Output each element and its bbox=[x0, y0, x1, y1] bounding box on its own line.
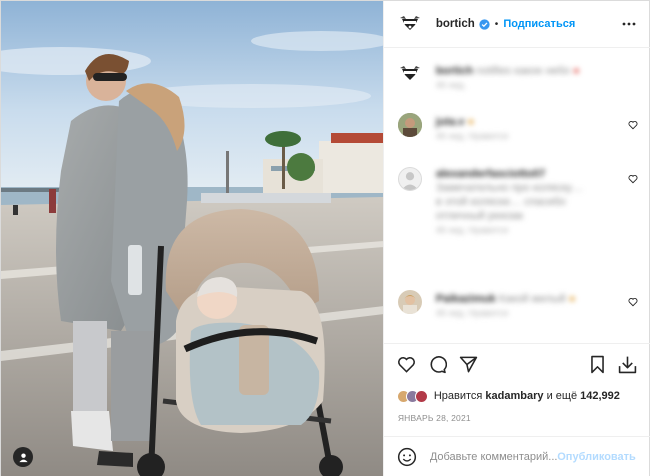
comment-meta: 46 нед. Нравится bbox=[435, 308, 509, 318]
comment-content: alexanderfasciotto07 Замечательно про ко… bbox=[435, 168, 583, 235]
likes-count[interactable]: 142,992 bbox=[580, 390, 620, 402]
comment-like-icon[interactable] bbox=[628, 297, 638, 307]
user-tag-button[interactable] bbox=[13, 447, 33, 467]
comments-list: bortich notifies какое небо ● 46 нед. ju… bbox=[384, 49, 650, 343]
instagram-post: bortich • Подписаться bortich notifies к… bbox=[0, 0, 650, 476]
emoji-smile-icon[interactable] bbox=[397, 447, 417, 467]
author-username[interactable]: bortich bbox=[436, 18, 475, 30]
comment-username[interactable]: bortich bbox=[436, 65, 473, 77]
caption-avatar[interactable] bbox=[398, 62, 422, 86]
comment-row: alexanderfasciotto07 Замечательно про ко… bbox=[397, 167, 638, 247]
likes-and-more: и ещё bbox=[546, 390, 578, 402]
photo-illustration bbox=[1, 1, 383, 476]
post-date[interactable]: ЯНВАРЬ 28, 2021 bbox=[398, 413, 471, 423]
publish-button[interactable]: Опубликовать bbox=[557, 451, 636, 463]
comment-like-icon[interactable] bbox=[628, 120, 638, 130]
comment-content: juta.v ● 46 нед. Нравится bbox=[435, 116, 509, 141]
comment-row: Paikazimuk Какой милый ● 46 нед. Нравитс… bbox=[397, 290, 638, 330]
comment-like-icon[interactable] bbox=[628, 174, 638, 184]
commenter-photo bbox=[397, 113, 422, 137]
post-header: bortich • Подписаться bbox=[383, 1, 650, 48]
commenter-avatar[interactable] bbox=[397, 113, 422, 137]
likes-text[interactable]: Нравится kadambary и ещё 142,992 bbox=[434, 390, 620, 402]
commenter-avatar[interactable] bbox=[397, 290, 422, 314]
post-details-panel: bortich • Подписаться bortich notifies к… bbox=[382, 1, 650, 476]
comment-input[interactable] bbox=[429, 451, 560, 463]
verified-badge-icon bbox=[479, 18, 490, 30]
comment-text: Замечательно про коляску… bbox=[435, 182, 583, 194]
comment-meta: 46 нед. Нравится bbox=[435, 225, 509, 235]
user-tag-icon bbox=[18, 452, 28, 462]
bortich-logo-icon bbox=[399, 16, 420, 30]
follow-button[interactable]: Подписаться bbox=[503, 18, 575, 30]
commenter-avatar[interactable] bbox=[397, 167, 422, 191]
comment-username[interactable]: Paikazimuk bbox=[436, 293, 496, 305]
comment-row: juta.v ● 46 нед. Нравится bbox=[397, 113, 638, 147]
default-avatar-icon bbox=[401, 172, 419, 190]
heart-icon[interactable] bbox=[397, 355, 416, 374]
likes-prefix: Нравится bbox=[433, 390, 483, 402]
comment-meta: 46 нед. bbox=[435, 80, 466, 90]
add-comment-bar: Опубликовать bbox=[383, 436, 650, 476]
author-avatar[interactable] bbox=[398, 12, 422, 36]
comment-username[interactable]: juta.v bbox=[436, 116, 465, 128]
likes-row: Нравится kadambary и ещё 142,992 bbox=[396, 387, 647, 405]
download-icon[interactable] bbox=[618, 355, 637, 374]
bortich-logo-icon bbox=[399, 66, 420, 80]
post-actions bbox=[383, 343, 650, 385]
comment-meta: 46 нед. Нравится bbox=[435, 131, 509, 141]
header-separator: • bbox=[494, 18, 499, 30]
comment-content: Paikazimuk Какой милый ● 46 нед. Нравитс… bbox=[435, 293, 576, 318]
comment-text: Какой милый bbox=[498, 293, 566, 305]
post-photo[interactable] bbox=[1, 1, 383, 476]
comment-username[interactable]: alexanderfasciotto07 bbox=[436, 168, 545, 180]
caption-row: bortich notifies какое небо ● 46 нед. bbox=[398, 62, 638, 96]
liker-avatar bbox=[414, 389, 428, 403]
comment-text: notifies какое небо bbox=[476, 65, 570, 77]
more-horizontal-icon[interactable] bbox=[622, 17, 636, 31]
paper-plane-icon[interactable] bbox=[459, 355, 478, 374]
commenter-photo bbox=[397, 290, 422, 314]
liked-by-username[interactable]: kadambary bbox=[485, 390, 543, 402]
bookmark-icon[interactable] bbox=[589, 355, 606, 374]
caption-text: bortich notifies какое небо ● 46 нед. bbox=[435, 65, 580, 90]
comment-bubble-icon[interactable] bbox=[428, 355, 447, 374]
